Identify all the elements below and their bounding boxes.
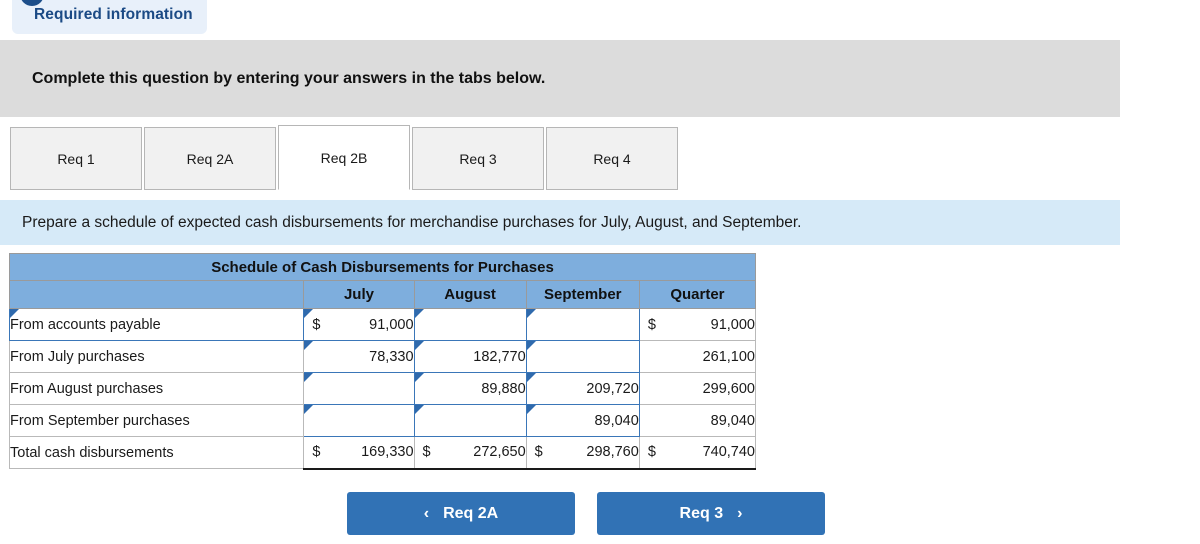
cell-value: 182,770: [473, 348, 526, 365]
cell-quarter-total: $ 740,740: [638, 436, 757, 470]
cell-value: 78,330: [369, 348, 414, 365]
cell-september-september-purchases[interactable]: 89,040: [525, 404, 640, 437]
cell-august-accounts-payable[interactable]: [413, 308, 527, 341]
cell-value: 298,760: [586, 444, 639, 461]
cell-value: 299,600: [702, 380, 755, 397]
cell-value: 89,040: [594, 412, 639, 429]
cell-august-july-purchases[interactable]: 182,770: [413, 340, 527, 373]
tab-req-1[interactable]: Req 1: [10, 127, 142, 190]
table-total-row: Total cash disbursements $ 169,330 $ 272…: [8, 436, 757, 470]
cell-september-august-purchases[interactable]: 209,720: [525, 372, 640, 405]
header-september: September: [525, 280, 640, 309]
cash-disbursements-table: Schedule of Cash Disbursements for Purch…: [8, 253, 757, 470]
cell-quarter-august-purchases: 299,600: [638, 372, 757, 405]
row-label-august-purchases: From August purchases: [8, 372, 305, 405]
cell-september-july-purchases[interactable]: [525, 340, 640, 373]
next-requirement-label: Req 3: [679, 504, 724, 522]
header-august: August: [413, 280, 527, 309]
table-title-row: Schedule of Cash Disbursements for Purch…: [9, 253, 756, 281]
header-blank: [8, 280, 305, 309]
tab-req-4[interactable]: Req 4: [546, 127, 678, 190]
required-information-label: Required information: [34, 6, 193, 23]
instruction-text: Complete this question by entering your …: [32, 69, 546, 87]
tab-req-3[interactable]: Req 3: [412, 127, 544, 190]
table-title: Schedule of Cash Disbursements for Purch…: [9, 253, 756, 281]
cell-august-august-purchases[interactable]: 89,880: [413, 372, 527, 405]
currency-symbol: $: [422, 444, 431, 461]
table-row: From August purchases 89,880 209,720 299…: [8, 372, 757, 405]
cell-september-accounts-payable[interactable]: [525, 308, 640, 341]
cell-value: 91,000: [369, 316, 414, 333]
row-label-september-purchases: From September purchases: [8, 404, 305, 437]
header-july: July: [303, 280, 415, 309]
cell-value: 89,040: [710, 412, 755, 429]
cell-july-accounts-payable[interactable]: $ 91,000: [303, 308, 415, 341]
cell-value: 169,330: [361, 444, 414, 461]
cell-august-september-purchases[interactable]: [413, 404, 527, 437]
next-requirement-button[interactable]: Req 3 ›: [597, 492, 825, 535]
cell-value: 261,100: [702, 348, 755, 365]
currency-symbol: $: [534, 444, 543, 461]
table-row: From accounts payable $ 91,000 $ 91,000: [8, 308, 757, 341]
cell-august-total: $ 272,650: [413, 436, 527, 470]
question-prompt-text: Prepare a schedule of expected cash disb…: [22, 213, 802, 231]
requirement-tabs: Req 1 Req 2A Req 2B Req 3 Req 4: [10, 125, 680, 190]
cell-value: 272,650: [473, 444, 526, 461]
cell-value: 740,740: [702, 444, 755, 461]
cell-july-july-purchases[interactable]: 78,330: [303, 340, 415, 373]
prev-requirement-button[interactable]: ‹ Req 2A: [347, 492, 575, 535]
cell-quarter-july-purchases: 261,100: [638, 340, 757, 373]
prev-requirement-label: Req 2A: [443, 504, 499, 522]
currency-symbol: $: [312, 444, 321, 461]
navigation-buttons: ‹ Req 2A Req 3 ›: [347, 492, 825, 535]
tab-req-2a[interactable]: Req 2A: [144, 127, 276, 190]
table-row: From September purchases 89,040 89,040: [8, 404, 757, 437]
row-label-total: Total cash disbursements: [8, 436, 305, 469]
currency-symbol: $: [312, 316, 321, 333]
cell-july-september-purchases[interactable]: [303, 404, 415, 437]
cell-quarter-accounts-payable: $ 91,000: [638, 308, 757, 341]
cell-september-total: $ 298,760: [525, 436, 640, 470]
currency-symbol: $: [647, 444, 656, 461]
table-row: From July purchases 78,330 182,770 261,1…: [8, 340, 757, 373]
cell-value: 209,720: [586, 380, 639, 397]
header-quarter: Quarter: [638, 280, 757, 309]
row-label-accounts-payable[interactable]: From accounts payable: [8, 308, 305, 341]
cell-quarter-september-purchases: 89,040: [638, 404, 757, 437]
required-information-band: i Required information: [0, 0, 1200, 36]
table-header-row: July August September Quarter: [8, 280, 757, 309]
chevron-left-icon: ‹: [423, 504, 430, 522]
cell-value: 91,000: [710, 316, 755, 333]
required-information-pill: i Required information: [12, 0, 207, 34]
row-label-july-purchases: From July purchases: [8, 340, 305, 373]
tab-req-2b[interactable]: Req 2B: [278, 125, 410, 190]
cell-value: 89,880: [481, 380, 526, 397]
question-prompt: Prepare a schedule of expected cash disb…: [0, 200, 1120, 245]
cell-july-august-purchases[interactable]: [303, 372, 415, 405]
cell-july-total: $ 169,330: [303, 436, 415, 470]
instruction-banner: Complete this question by entering your …: [0, 40, 1120, 117]
currency-symbol: $: [647, 316, 656, 333]
chevron-right-icon: ›: [737, 504, 743, 522]
